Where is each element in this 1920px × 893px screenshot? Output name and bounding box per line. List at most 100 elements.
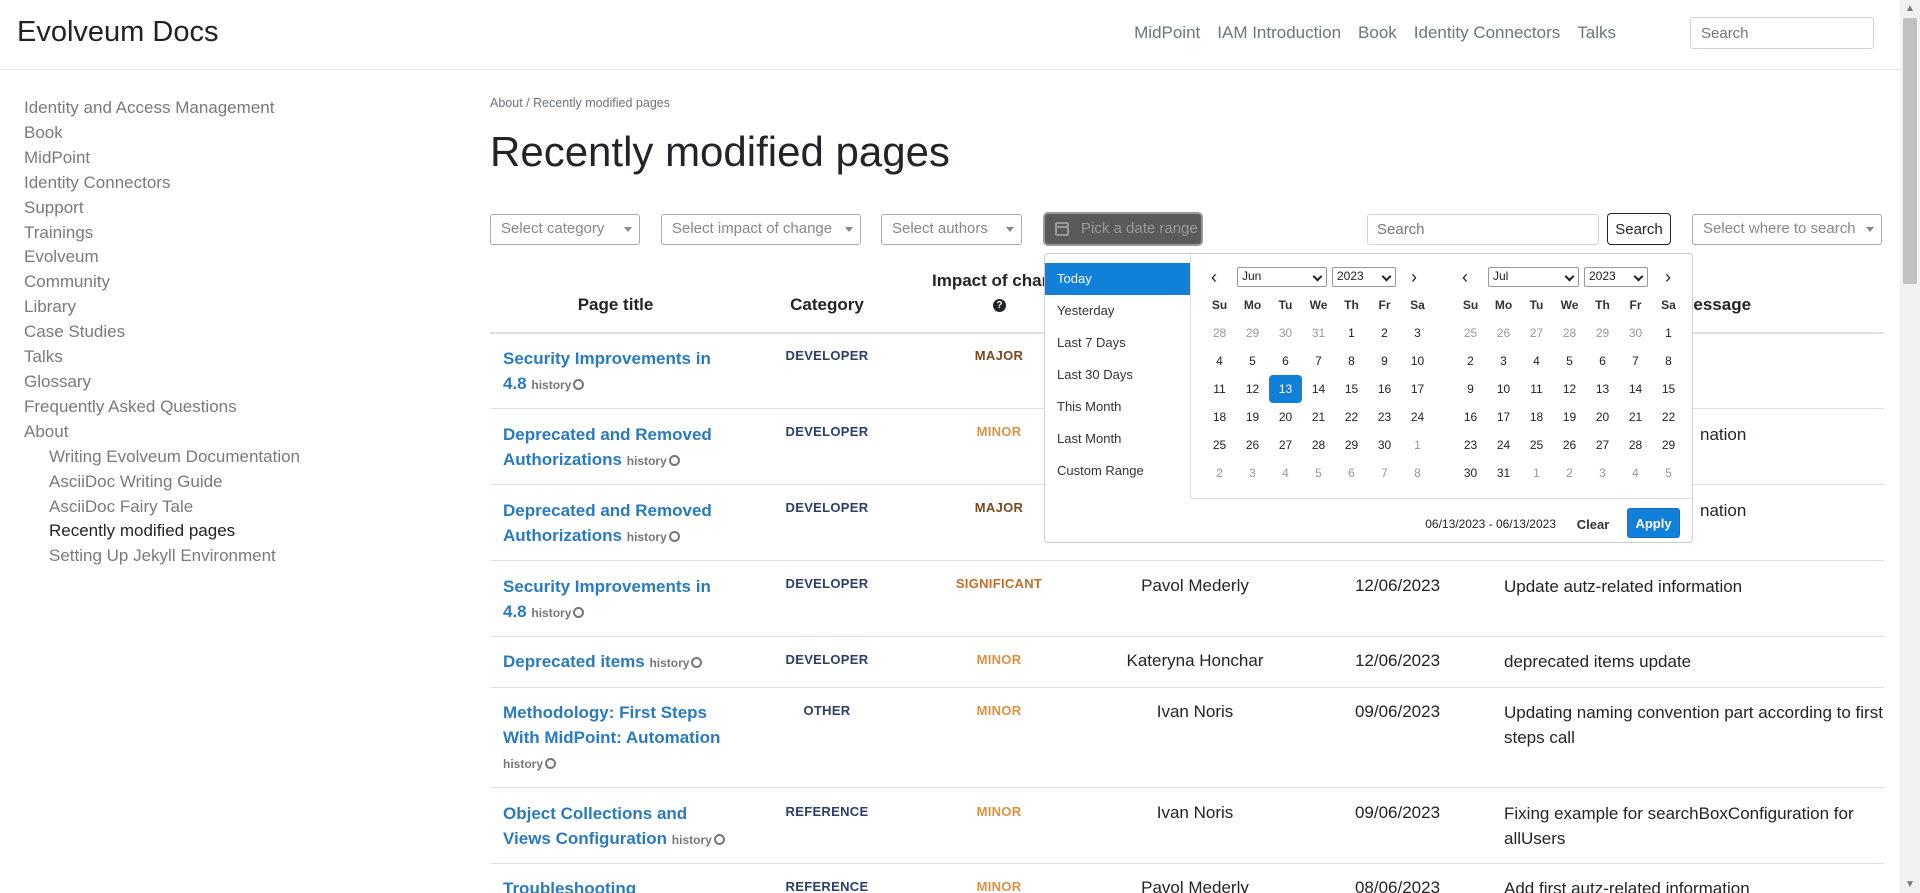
calendar-day[interactable]: 9 (1368, 347, 1401, 375)
month-select-right[interactable]: Jul (1488, 267, 1579, 287)
year-select-left[interactable]: 2023 (1332, 267, 1396, 287)
calendar-day[interactable]: 20 (1586, 403, 1619, 431)
calendar-day[interactable]: 25 (1454, 319, 1487, 347)
prev-month-icon[interactable]: ‹ (1462, 267, 1468, 288)
sidebar-subitem-jekyll[interactable]: Setting Up Jekyll Environment (24, 544, 454, 569)
calendar-day[interactable]: 8 (1401, 459, 1434, 487)
calendar-day[interactable]: 11 (1520, 375, 1553, 403)
scroll-up-arrow-icon[interactable]: ▲ (1905, 3, 1915, 14)
range-custom[interactable]: Custom Range (1045, 455, 1190, 487)
calendar-day[interactable]: 6 (1586, 347, 1619, 375)
calendar-day[interactable]: 7 (1302, 347, 1335, 375)
sidebar-item-trainings[interactable]: Trainings (24, 221, 454, 246)
table-row-title-link[interactable]: Deprecated items history (503, 649, 728, 676)
page-link[interactable]: Deprecated and Removed Authorizations (503, 501, 712, 545)
range-last-7-days[interactable]: Last 7 Days (1045, 327, 1190, 359)
sidebar-item-faq[interactable]: Frequently Asked Questions (24, 395, 454, 420)
sidebar-subitem-recently-modified[interactable]: Recently modified pages (24, 519, 454, 544)
calendar-day[interactable]: 6 (1335, 459, 1368, 487)
calendar-day[interactable]: 3 (1401, 319, 1434, 347)
calendar-day[interactable]: 2 (1454, 347, 1487, 375)
date-range-input[interactable]: Pick a date range (1043, 212, 1203, 246)
range-last-30-days[interactable]: Last 30 Days (1045, 359, 1190, 391)
history-link[interactable]: history (531, 606, 585, 620)
calendar-day[interactable]: 3 (1236, 459, 1269, 487)
calendar-day-selected[interactable]: 13 (1269, 375, 1302, 403)
nav-iam-introduction[interactable]: IAM Introduction (1217, 23, 1341, 43)
where-to-search-select[interactable]: Select where to search (1692, 214, 1882, 245)
calendar-day[interactable]: 2 (1553, 459, 1586, 487)
calendar-day[interactable]: 4 (1619, 459, 1652, 487)
calendar-day[interactable]: 26 (1236, 431, 1269, 459)
sidebar-item-support[interactable]: Support (24, 196, 454, 221)
page-link[interactable]: Deprecated and Removed Authorizations (503, 425, 712, 469)
sidebar-item-evolveum[interactable]: Evolveum (24, 245, 454, 270)
sidebar-item-talks[interactable]: Talks (24, 345, 454, 370)
history-link[interactable]: history (503, 757, 557, 771)
calendar-day[interactable]: 27 (1586, 431, 1619, 459)
calendar-day[interactable]: 4 (1520, 347, 1553, 375)
sidebar-subitem-asciidoc-guide[interactable]: AsciiDoc Writing Guide (24, 470, 454, 495)
history-link[interactable]: history (649, 656, 703, 670)
calendar-day[interactable]: 28 (1619, 431, 1652, 459)
calendar-day[interactable]: 4 (1269, 459, 1302, 487)
calendar-day[interactable]: 14 (1619, 375, 1652, 403)
calendar-day[interactable]: 11 (1203, 375, 1236, 403)
calendar-day[interactable]: 29 (1586, 319, 1619, 347)
calendar-day[interactable]: 2 (1203, 459, 1236, 487)
sidebar-item-community[interactable]: Community (24, 270, 454, 295)
sidebar-item-library[interactable]: Library (24, 295, 454, 320)
month-select-left[interactable]: Jun (1237, 267, 1327, 287)
calendar-day[interactable]: 1 (1335, 319, 1368, 347)
table-row-title-link[interactable]: Object Collections and Views Configurati… (503, 801, 728, 853)
range-today[interactable]: Today (1045, 263, 1190, 295)
calendar-day[interactable]: 31 (1487, 459, 1520, 487)
sidebar-item-case-studies[interactable]: Case Studies (24, 320, 454, 345)
calendar-day[interactable]: 25 (1520, 431, 1553, 459)
col-header-title[interactable]: Page title (503, 295, 728, 315)
calendar-day[interactable]: 10 (1401, 347, 1434, 375)
calendar-day[interactable]: 30 (1454, 459, 1487, 487)
calendar-day[interactable]: 31 (1302, 319, 1335, 347)
calendar-day[interactable]: 23 (1454, 431, 1487, 459)
authors-select[interactable]: Select authors (881, 214, 1022, 245)
page-link[interactable]: Troubleshooting (503, 879, 636, 893)
clear-button[interactable]: Clear (1568, 510, 1618, 539)
calendar-day[interactable]: 15 (1652, 375, 1685, 403)
category-select[interactable]: Select category (490, 214, 640, 245)
calendar-day[interactable]: 5 (1302, 459, 1335, 487)
calendar-day[interactable]: 21 (1619, 403, 1652, 431)
calendar-day[interactable]: 4 (1203, 347, 1236, 375)
calendar-day[interactable]: 28 (1553, 319, 1586, 347)
nav-midpoint[interactable]: MidPoint (1134, 23, 1200, 43)
calendar-day[interactable]: 16 (1454, 403, 1487, 431)
calendar-day[interactable]: 28 (1203, 319, 1236, 347)
calendar-day[interactable]: 30 (1269, 319, 1302, 347)
calendar-day[interactable]: 5 (1236, 347, 1269, 375)
calendar-day[interactable]: 27 (1520, 319, 1553, 347)
calendar-day[interactable]: 10 (1487, 375, 1520, 403)
calendar-day[interactable]: 15 (1335, 375, 1368, 403)
history-link[interactable]: history (531, 378, 585, 392)
calendar-day[interactable]: 26 (1487, 319, 1520, 347)
calendar-day[interactable]: 30 (1368, 431, 1401, 459)
page-link[interactable]: Object Collections and Views Configurati… (503, 804, 687, 848)
calendar-day[interactable]: 5 (1553, 347, 1586, 375)
sidebar-item-identity-connectors[interactable]: Identity Connectors (24, 171, 454, 196)
calendar-day[interactable]: 24 (1401, 403, 1434, 431)
brand-logo[interactable]: Evolveum Docs (17, 16, 218, 49)
calendar-day[interactable]: 20 (1269, 403, 1302, 431)
calendar-day[interactable]: 29 (1335, 431, 1368, 459)
calendar-day[interactable]: 9 (1454, 375, 1487, 403)
calendar-day[interactable]: 12 (1236, 375, 1269, 403)
table-row-title-link[interactable]: Deprecated and Removed Authorizations hi… (503, 422, 728, 474)
calendar-day[interactable]: 24 (1487, 431, 1520, 459)
nav-book[interactable]: Book (1358, 23, 1397, 43)
header-search-input[interactable] (1690, 17, 1874, 49)
col-header-category[interactable]: Category (760, 295, 894, 315)
pages-search-input[interactable] (1367, 214, 1599, 245)
calendar-day[interactable]: 8 (1652, 347, 1685, 375)
calendar-day[interactable]: 12 (1553, 375, 1586, 403)
calendar-day[interactable]: 26 (1553, 431, 1586, 459)
next-month-icon[interactable]: › (1411, 267, 1417, 288)
